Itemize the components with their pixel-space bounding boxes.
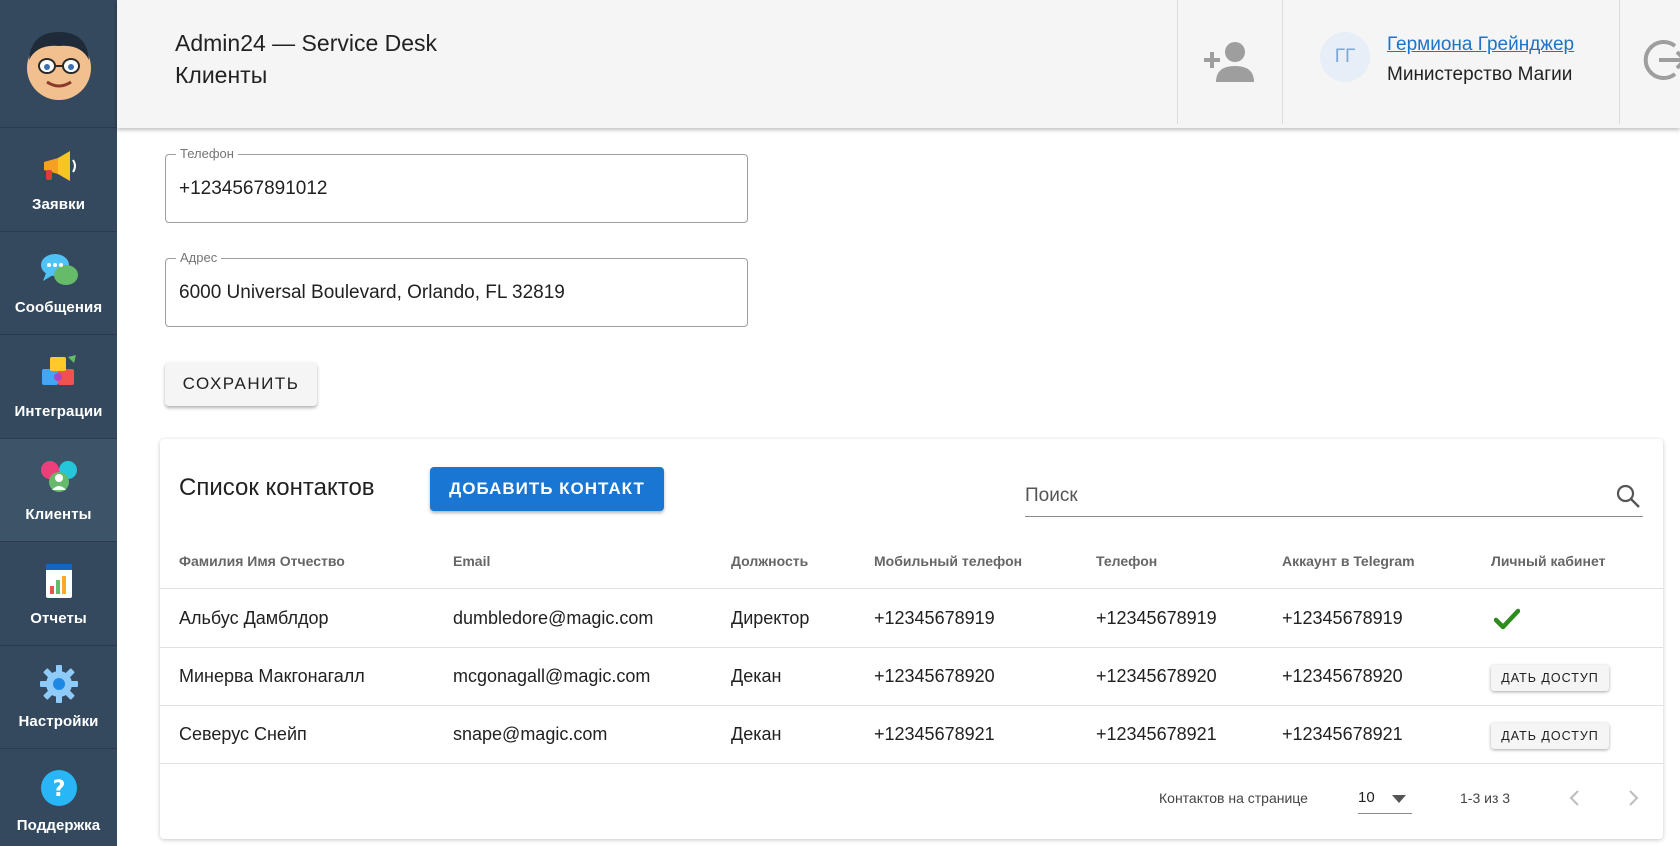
cell-email: mcgonagall@magic.com xyxy=(453,666,651,686)
save-button[interactable]: СОХРАНИТЬ xyxy=(165,362,317,406)
contacts-card: Список контактов ДОБАВИТЬ КОНТАКТ Фамили… xyxy=(160,439,1663,839)
search-input[interactable] xyxy=(1025,481,1595,511)
column-header-cabinet[interactable]: Личный кабинет xyxy=(1491,553,1605,569)
header-divider xyxy=(1619,0,1620,124)
sidebar-item-integrations[interactable]: Интеграции xyxy=(0,335,117,439)
header-titles: Admin24 — Service Desk Клиенты xyxy=(175,28,437,92)
cell-mobile: +12345678920 xyxy=(874,666,995,686)
cell-telegram: +12345678920 xyxy=(1282,666,1403,686)
add-contact-button[interactable]: ДОБАВИТЬ КОНТАКТ xyxy=(430,467,664,511)
header-divider xyxy=(1177,0,1178,124)
chevron-left-icon xyxy=(1569,790,1579,806)
cell-mobile: +12345678919 xyxy=(874,608,995,628)
search-field xyxy=(1025,477,1643,517)
top-header: Admin24 — Service Desk Клиенты ГГ Гермио… xyxy=(117,0,1680,128)
table-footer: Контактов на странице 10 1-3 из 3 xyxy=(160,766,1663,826)
table-row[interactable]: Минерва Макгонагалл mcgonagall@magic.com… xyxy=(160,648,1663,706)
avatar-cartoon-icon xyxy=(26,31,91,100)
sidebar-item-label: Поддержка xyxy=(16,816,101,834)
next-page-button[interactable] xyxy=(1618,782,1650,814)
cell-email: snape@magic.com xyxy=(453,724,608,744)
sidebar-item-label: Интеграции xyxy=(14,402,103,420)
sidebar-item-settings[interactable]: Настройки xyxy=(0,646,117,749)
contacts-title: Список контактов xyxy=(179,474,375,501)
column-header-name[interactable]: Фамилия Имя Отчество xyxy=(179,553,345,569)
cell-name: Альбус Дамблдор xyxy=(179,608,329,628)
add-user-icon xyxy=(1204,42,1254,82)
rows-per-page-value: 10 xyxy=(1358,789,1375,806)
add-user-button[interactable] xyxy=(1197,34,1263,90)
sidebar-item-clients[interactable]: Клиенты xyxy=(0,438,117,542)
sidebar: Заявки Сообщения Интеграции Клиенты Отче… xyxy=(0,0,117,846)
pagination-range: 1-3 из 3 xyxy=(1460,790,1511,806)
column-header-mobile[interactable]: Мобильный телефон xyxy=(874,553,1022,569)
cell-phone: +12345678920 xyxy=(1096,666,1217,686)
column-header-email[interactable]: Email xyxy=(453,553,490,569)
cell-telegram: +12345678921 xyxy=(1282,724,1403,744)
sidebar-item-label: Отчеты xyxy=(30,609,87,627)
check-icon xyxy=(1494,608,1520,630)
cell-mobile: +12345678921 xyxy=(874,724,995,744)
phone-field: Телефон xyxy=(165,146,748,223)
phone-field-label: Телефон xyxy=(176,146,238,161)
app-title: Admin24 — Service Desk xyxy=(175,30,438,56)
chevron-right-icon xyxy=(1629,790,1639,806)
report-icon xyxy=(38,560,80,602)
phone-input[interactable] xyxy=(179,175,729,203)
column-header-position[interactable]: Должность xyxy=(731,553,808,569)
puzzle-icon xyxy=(38,353,80,395)
header-divider xyxy=(1282,0,1283,124)
cell-name: Северус Снейп xyxy=(179,724,307,744)
sidebar-item-reports[interactable]: Отчеты xyxy=(0,542,117,646)
table-row[interactable]: Северус Снейп snape@magic.com Декан +123… xyxy=(160,706,1663,764)
logout-button[interactable] xyxy=(1639,36,1680,84)
table-row[interactable]: Альбус Дамблдор dumbledore@magic.com Дир… xyxy=(160,590,1663,648)
avatar[interactable]: ГГ xyxy=(1320,32,1370,82)
chat-bubbles-icon xyxy=(38,249,80,291)
cell-position: Декан xyxy=(731,666,782,686)
cell-position: Директор xyxy=(731,608,810,628)
gear-icon xyxy=(38,663,80,705)
sidebar-item-label: Заявки xyxy=(31,195,86,213)
caret-down-icon xyxy=(1392,795,1406,803)
cell-telegram: +12345678919 xyxy=(1282,608,1403,628)
column-header-telegram[interactable]: Аккаунт в Telegram xyxy=(1282,553,1415,569)
sidebar-item-messages[interactable]: Сообщения xyxy=(0,232,117,335)
address-input[interactable] xyxy=(179,279,729,307)
table-header: Фамилия Имя Отчество Email Должность Моб… xyxy=(160,533,1663,589)
sidebar-item-label: Клиенты xyxy=(25,506,92,524)
address-field: Адрес xyxy=(165,250,748,327)
sidebar-item-label: Сообщения xyxy=(14,299,103,317)
search-icon[interactable] xyxy=(1615,483,1641,509)
clients-icon xyxy=(38,456,80,498)
sidebar-item-tickets[interactable]: Заявки xyxy=(0,128,117,232)
cell-phone: +12345678921 xyxy=(1096,724,1217,744)
user-name-link[interactable]: Гермиона Грейнджер xyxy=(1387,34,1574,56)
cell-phone: +12345678919 xyxy=(1096,608,1217,628)
logout-icon xyxy=(1643,40,1680,80)
grant-access-button[interactable]: ДАТЬ ДОСТУП xyxy=(1491,723,1609,749)
prev-page-button[interactable] xyxy=(1558,782,1590,814)
rows-per-page-label: Контактов на странице xyxy=(1159,790,1308,806)
help-icon: ? xyxy=(38,767,80,809)
svg-text:?: ? xyxy=(52,777,65,802)
cell-position: Декан xyxy=(731,724,782,744)
megaphone-icon xyxy=(38,146,80,188)
column-header-phone[interactable]: Телефон xyxy=(1096,553,1157,569)
rows-per-page-select[interactable]: 10 xyxy=(1358,782,1412,814)
cell-email: dumbledore@magic.com xyxy=(453,608,654,628)
address-field-label: Адрес xyxy=(176,250,222,265)
page-title: Клиенты xyxy=(175,62,268,88)
user-organization: Министерство Магии xyxy=(1387,64,1573,85)
sidebar-item-support[interactable]: ? Поддержка xyxy=(0,749,117,846)
logo[interactable] xyxy=(0,0,117,128)
sidebar-item-label: Настройки xyxy=(18,713,99,731)
cell-name: Минерва Макгонагалл xyxy=(179,666,365,686)
grant-access-button[interactable]: ДАТЬ ДОСТУП xyxy=(1491,665,1609,691)
